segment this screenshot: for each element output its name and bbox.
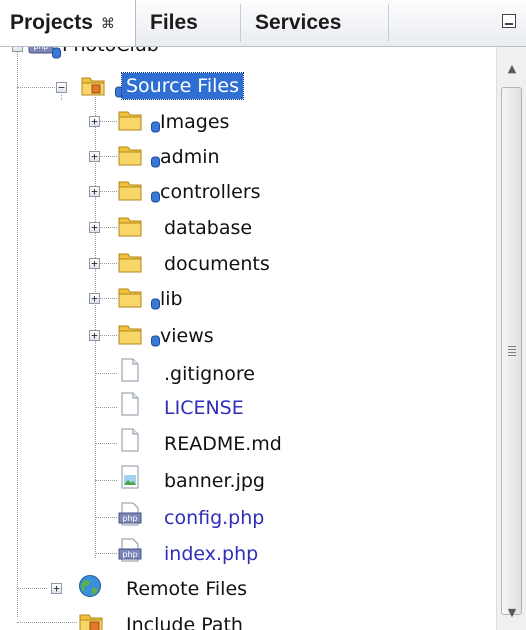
tree-node-label: LICENSE	[164, 397, 244, 419]
tree-node-folder[interactable]: + controllers	[0, 174, 400, 210]
expand-icon[interactable]: +	[89, 222, 100, 233]
db-badge-icon	[151, 335, 160, 347]
tree-node-label: Include Path	[126, 614, 243, 630]
db-badge-icon	[151, 121, 160, 133]
tree-node-folder[interactable]: + views	[0, 318, 400, 354]
vertical-scrollbar[interactable]: ▲ ▼	[496, 47, 526, 630]
tree-node-project[interactable]: − php PhotoClub	[0, 47, 400, 63]
tree-node-remote-files[interactable]: + Remote Files	[0, 571, 400, 607]
folder-icon	[118, 217, 142, 237]
folder-icon	[118, 325, 142, 345]
folder-icon	[118, 288, 142, 308]
expand-icon[interactable]: +	[89, 330, 100, 341]
expand-icon[interactable]: +	[89, 258, 100, 269]
collapse-icon[interactable]: −	[56, 82, 67, 93]
php-file-icon: php	[118, 538, 142, 562]
folder-icon	[118, 253, 142, 273]
image-file-icon	[121, 465, 139, 489]
tree-node-file[interactable]: .gitignore	[0, 356, 400, 392]
db-badge-icon	[52, 47, 61, 59]
tree-node-label: index.php	[164, 543, 259, 565]
tree-node-folder[interactable]: + admin	[0, 139, 400, 175]
db-badge-icon	[151, 191, 160, 203]
tree-node-label: Remote Files	[126, 578, 248, 600]
panel-tab-bar: Projects ⌘ Files Services	[0, 0, 526, 47]
grip-icon	[508, 346, 516, 356]
tab-services-label: Services	[255, 11, 342, 34]
expand-icon[interactable]: +	[89, 293, 100, 304]
expand-icon[interactable]: +	[89, 186, 100, 197]
tree-node-file[interactable]: banner.jpg	[0, 463, 400, 499]
folder-icon	[118, 181, 142, 201]
file-icon	[121, 358, 139, 382]
php-project-icon: php	[28, 47, 54, 54]
library-folder-icon	[79, 614, 103, 630]
tree-node-include-path[interactable]: Include Path	[0, 607, 400, 630]
tree-node-folder[interactable]: + Images	[0, 104, 400, 140]
source-folder-icon	[81, 77, 105, 96]
tab-services[interactable]: Services	[255, 0, 385, 46]
file-icon	[121, 392, 139, 416]
tree-node-label: database	[164, 217, 253, 239]
svg-text:php: php	[122, 514, 137, 523]
tree-node-label: banner.jpg	[164, 470, 265, 492]
tree-node-folder[interactable]: + documents	[0, 246, 400, 282]
globe-icon	[79, 575, 101, 597]
minimize-icon[interactable]	[502, 14, 516, 28]
tab-files[interactable]: Files	[150, 0, 240, 46]
folder-icon	[118, 111, 142, 131]
php-file-icon: php	[118, 502, 142, 526]
db-badge-icon	[151, 298, 160, 310]
tree-node-label: README.md	[164, 433, 282, 455]
scroll-up-icon[interactable]: ▲	[497, 55, 526, 81]
close-icon[interactable]: ⌘	[101, 15, 115, 32]
tree-node-label: .gitignore	[164, 363, 255, 385]
tree-node-source-files[interactable]: − Source Files	[0, 69, 400, 105]
tab-separator	[240, 4, 241, 42]
tree-node-file[interactable]: php config.php	[0, 500, 400, 536]
svg-text:php: php	[33, 47, 48, 51]
tab-separator	[388, 4, 389, 42]
tree-node-label: Source Files	[121, 72, 244, 100]
svg-text:php: php	[122, 550, 137, 559]
db-badge-icon	[151, 156, 160, 168]
tree-node-label: config.php	[164, 507, 265, 529]
expand-icon[interactable]: +	[89, 116, 100, 127]
expand-icon[interactable]: +	[51, 583, 62, 594]
tab-projects[interactable]: Projects ⌘	[0, 0, 136, 46]
tree-node-file[interactable]: README.md	[0, 426, 400, 462]
expand-icon[interactable]: +	[89, 151, 100, 162]
tree-node-label: PhotoClub	[62, 47, 159, 58]
file-icon	[121, 428, 139, 452]
tree-node-folder[interactable]: + lib	[0, 281, 400, 317]
tree-node-file[interactable]: LICENSE	[0, 390, 400, 426]
tree-node-label: documents	[164, 253, 270, 275]
scroll-down-icon[interactable]: ▼	[497, 599, 526, 625]
tab-files-label: Files	[150, 11, 198, 34]
tree-node-label: views	[160, 325, 214, 347]
folder-icon	[118, 146, 142, 166]
tree-node-file[interactable]: php index.php	[0, 536, 400, 572]
tab-projects-label: Projects	[10, 11, 93, 34]
scrollbar-thumb[interactable]	[501, 87, 522, 615]
collapse-icon[interactable]: −	[12, 47, 23, 52]
tree-node-label: Images	[160, 111, 230, 133]
tree-node-label: lib	[160, 288, 183, 310]
project-tree: − php PhotoClub − Source Files +	[0, 47, 496, 630]
tree-node-label: controllers	[160, 181, 261, 203]
tree-node-label: admin	[160, 146, 220, 168]
tree-node-folder[interactable]: + database	[0, 210, 400, 246]
